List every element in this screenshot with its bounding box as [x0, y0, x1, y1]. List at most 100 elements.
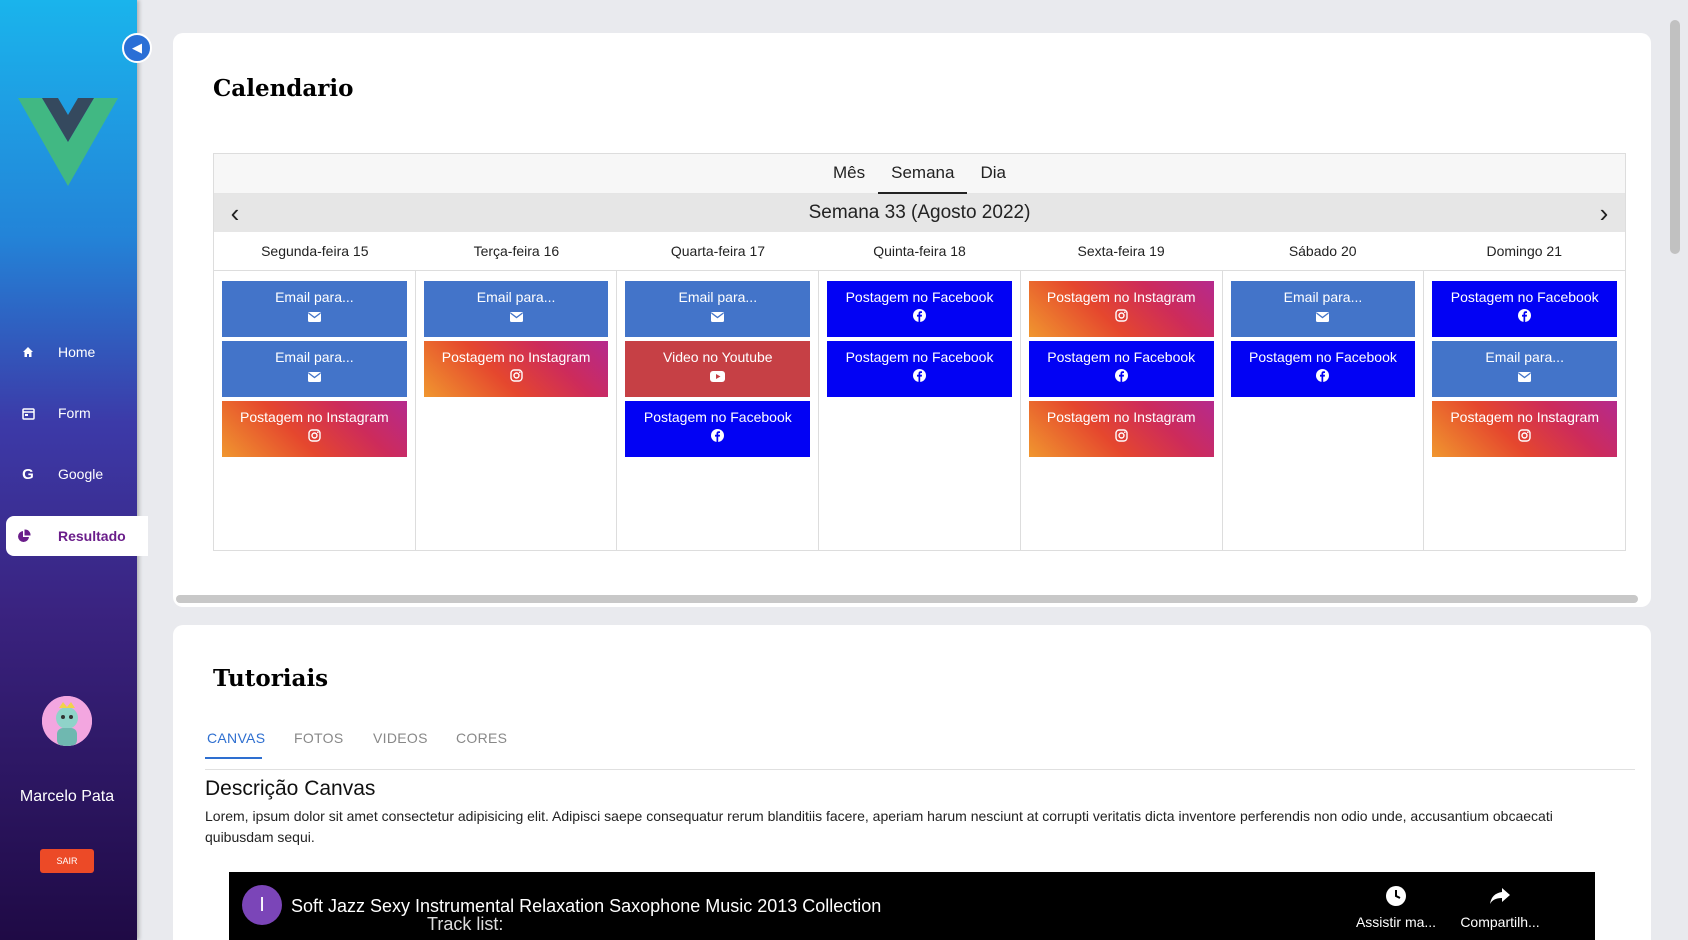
vertical-scrollbar[interactable]	[1670, 20, 1680, 254]
calendar-event-instagram[interactable]: Postagem no Instagram	[1028, 281, 1214, 337]
sidebar-item-google[interactable]: G Google	[0, 454, 137, 494]
day-header: Quarta-feira 17	[670, 243, 766, 259]
calendar-event-instagram[interactable]: Postagem no Instagram	[1432, 401, 1618, 457]
facebook-icon	[1029, 369, 1214, 383]
email-icon	[222, 309, 407, 323]
calendar-event-email[interactable]: Email para...	[1230, 281, 1416, 337]
share-button[interactable]: Compartilh...	[1455, 884, 1545, 930]
calendar-event-email[interactable]: Email para...	[222, 281, 407, 337]
video-overlay-text: Track list:	[427, 914, 504, 934]
tab-cores[interactable]: CORES	[456, 730, 507, 746]
event-label: Video no Youtube	[663, 349, 773, 365]
facebook-icon	[827, 309, 1012, 323]
instagram-icon	[222, 429, 407, 443]
sidebar: Home Form G Google Resultado Marcelo Pat…	[0, 0, 148, 940]
view-tabs: Mês Semana Dia	[214, 154, 1625, 194]
event-label: Postagem no Facebook	[1249, 349, 1397, 365]
event-label: Postagem no Instagram	[1046, 289, 1196, 305]
event-label: Email para...	[1485, 349, 1564, 365]
calendar-event-email[interactable]: Email para...	[423, 281, 609, 337]
event-label: Email para...	[275, 289, 354, 305]
tutorials-card: Tutoriais CANVAS FOTOS VIDEOS CORES Desc…	[173, 625, 1651, 940]
collapse-sidebar-button[interactable]: ◀	[122, 33, 152, 63]
week-navigation: ‹ Semana 33 (Agosto 2022) ›	[214, 194, 1625, 232]
video-player[interactable]: I Soft Jazz Sexy Instrumental Relaxation…	[229, 872, 1595, 940]
calendar-event-facebook[interactable]: Postagem no Facebook	[625, 401, 811, 457]
instagram-icon	[1029, 429, 1214, 443]
arrow-left-icon: ◀	[132, 40, 142, 55]
day-column[interactable]: Postagem no Facebook Postagem no Facebook	[819, 271, 1021, 551]
event-label: Postagem no Facebook	[1047, 349, 1196, 365]
email-icon	[222, 369, 407, 383]
day-column[interactable]: Email para... Video no Youtube Postagem no…	[617, 271, 820, 551]
instagram-icon	[424, 369, 609, 383]
event-label: Email para...	[476, 289, 556, 305]
video-title[interactable]: Soft Jazz Sexy Instrumental Relaxation S…	[291, 896, 881, 917]
avatar	[42, 696, 92, 746]
day-column[interactable]: Email para... Postagem no Facebook	[1223, 271, 1425, 551]
event-label: Email para...	[1283, 289, 1363, 305]
email-icon	[424, 309, 609, 323]
calendar-event-facebook[interactable]: Postagem no Facebook	[1028, 341, 1214, 397]
day-headers: Segunda-feira 15 Terça-feira 16 Quarta-fei…	[214, 232, 1625, 271]
calendar: Mês Semana Dia ‹ Semana 33 (Agosto 2022)…	[213, 153, 1626, 551]
instagram-icon	[1432, 429, 1617, 443]
day-column[interactable]: Postagem no Facebook Email para... Postage…	[1424, 271, 1625, 551]
sidebar-item-label: Form	[58, 405, 91, 421]
page-title: Calendario	[213, 75, 354, 102]
chevron-right-icon[interactable]: ›	[1593, 200, 1615, 226]
event-label: Postagem no Facebook	[845, 289, 994, 305]
tab-semana[interactable]: Semana	[878, 154, 968, 194]
share-label: Compartilh...	[1460, 914, 1540, 930]
calendar-event-youtube[interactable]: Video no Youtube	[625, 341, 811, 397]
tutorial-tabs: CANVAS FOTOS VIDEOS CORES	[205, 730, 1635, 770]
calendar-event-facebook[interactable]: Postagem no Facebook	[1230, 341, 1416, 397]
email-icon	[625, 309, 810, 323]
calendar-event-instagram[interactable]: Postagem no Instagram	[423, 341, 609, 397]
form-icon	[20, 407, 36, 420]
watch-later-button[interactable]: Assistir ma...	[1351, 884, 1441, 930]
event-label: Postagem no Instagram	[441, 349, 591, 365]
chart-pie-icon	[16, 529, 32, 543]
event-label: Postagem no Facebook	[1450, 289, 1599, 305]
calendar-event-facebook[interactable]: Postagem no Facebook	[827, 281, 1012, 337]
calendar-event-facebook[interactable]: Postagem no Facebook	[1432, 281, 1618, 337]
day-column[interactable]: Postagem no Instagram Postagem no Faceboo…	[1021, 271, 1223, 551]
tab-fotos[interactable]: FOTOS	[294, 730, 343, 746]
tab-canvas[interactable]: CANVAS	[207, 730, 265, 746]
calendar-event-email[interactable]: Email para...	[222, 341, 407, 397]
sidebar-item-home[interactable]: Home	[0, 332, 137, 372]
tab-mes[interactable]: Mês	[820, 154, 878, 194]
sidebar-item-label: Home	[58, 344, 96, 360]
day-column[interactable]: Email para... Email para... Postagem no In…	[214, 271, 416, 551]
sidebar-item-label: Google	[58, 466, 104, 482]
facebook-icon	[625, 429, 810, 443]
event-label: Postagem no Instagram	[240, 409, 389, 425]
calendar-card: Calendario Mês Semana Dia ‹ Semana 33 (A…	[173, 33, 1651, 607]
day-column[interactable]: Email para... Postagem no Instagram	[416, 271, 618, 551]
day-columns: Email para... Email para... Postagem no In…	[214, 271, 1625, 551]
calendar-event-instagram[interactable]: Postagem no Instagram	[1028, 401, 1214, 457]
horizontal-scrollbar[interactable]	[176, 595, 1638, 603]
logout-button[interactable]: SAIR	[40, 849, 94, 873]
watch-later-label: Assistir ma...	[1355, 914, 1437, 930]
calendar-event-email[interactable]: Email para...	[1432, 341, 1618, 397]
home-icon	[20, 346, 36, 358]
share-icon	[1455, 884, 1545, 910]
channel-avatar[interactable]: I	[242, 885, 282, 925]
event-label: Postagem no Facebook	[845, 349, 994, 365]
section-title: Tutoriais	[213, 665, 329, 692]
sidebar-item-form[interactable]: Form	[0, 393, 137, 433]
tab-dia[interactable]: Dia	[967, 154, 1019, 194]
calendar-event-instagram[interactable]: Postagem no Instagram	[222, 401, 407, 457]
event-label: Email para...	[678, 289, 758, 305]
calendar-event-email[interactable]: Email para...	[625, 281, 811, 337]
chevron-left-icon[interactable]: ‹	[224, 200, 246, 226]
day-header: Sábado 20	[1288, 243, 1357, 259]
calendar-event-facebook[interactable]: Postagem no Facebook	[827, 341, 1012, 397]
instagram-icon	[1029, 309, 1214, 323]
sidebar-item-resultado[interactable]: Resultado	[6, 516, 148, 556]
day-header: Terça-feira 16	[473, 243, 560, 259]
tab-videos[interactable]: VIDEOS	[373, 730, 428, 746]
event-label: Postagem no Instagram	[1046, 409, 1196, 425]
